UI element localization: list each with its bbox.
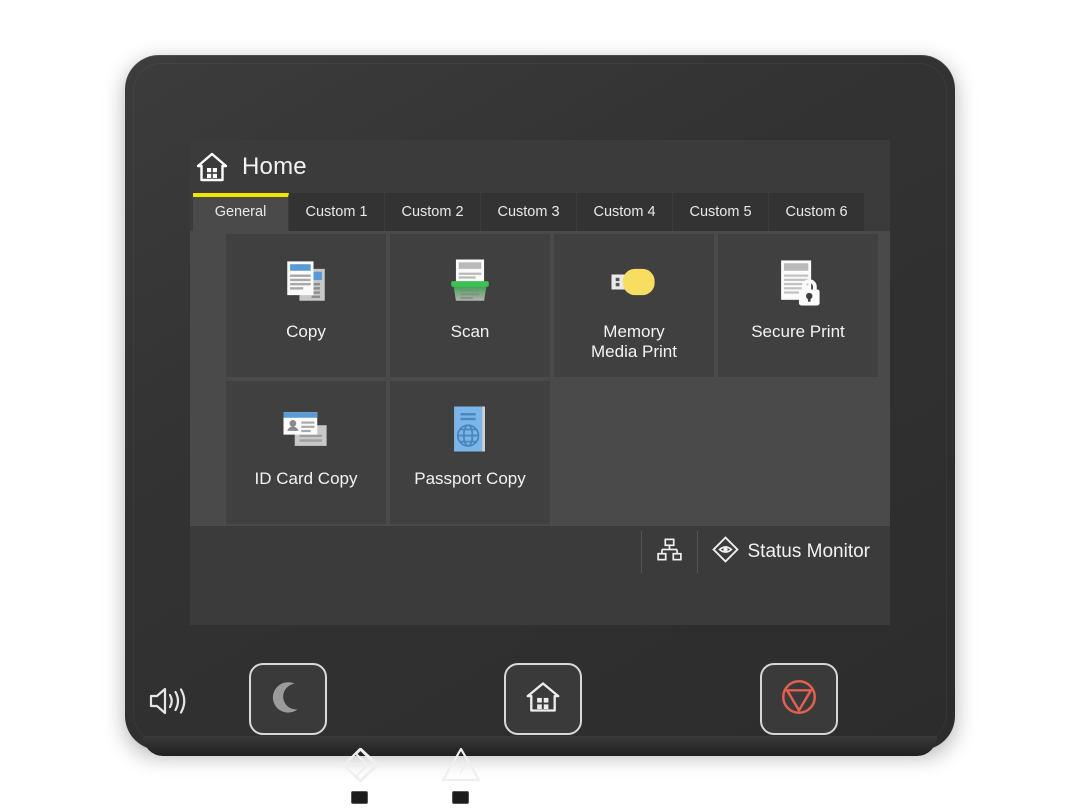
- moon-icon: [269, 678, 307, 721]
- data-indicator-led: [351, 791, 368, 804]
- network-status-button[interactable]: [642, 531, 697, 573]
- page-title: Home: [242, 152, 307, 180]
- tab-custom-3[interactable]: Custom 3: [481, 193, 577, 231]
- stop-button[interactable]: [760, 663, 838, 735]
- tile-label: ID Card Copy: [254, 469, 358, 488]
- status-monitor-eye-icon: [711, 536, 739, 568]
- energy-saver-button[interactable]: [249, 663, 327, 735]
- tab-label: Custom 3: [497, 204, 560, 220]
- printer-control-panel-device: Home General Custom 1 Custom 2 Custom 3 …: [125, 55, 955, 804]
- tab-custom-5[interactable]: Custom 5: [673, 193, 769, 231]
- tile-label: Scan: [450, 322, 490, 341]
- tab-label: Custom 5: [689, 204, 752, 220]
- document-lock-icon: [766, 250, 830, 314]
- speaker-volume-icon: [147, 683, 191, 719]
- tab-custom-4[interactable]: Custom 4: [577, 193, 673, 231]
- tile-label: Passport Copy: [414, 469, 526, 488]
- network-sitemap-icon: [656, 536, 683, 568]
- device-bottom-lip: [143, 736, 937, 756]
- tab-label: Custom 4: [593, 204, 656, 220]
- tile-empty-slot: [554, 381, 714, 524]
- screen-header: Home: [190, 140, 890, 193]
- tab-label: Custom 6: [785, 204, 848, 220]
- error-indicator-icon: [438, 745, 484, 785]
- tile-secure-print[interactable]: Secure Print: [718, 234, 878, 377]
- usb-drive-icon: [602, 250, 666, 314]
- tab-label: Custom 1: [305, 204, 368, 220]
- tab-label: Custom 2: [401, 204, 464, 220]
- tile-label: Secure Print: [751, 322, 845, 341]
- tile-passport-copy[interactable]: Passport Copy: [390, 381, 550, 524]
- stop-triangle-icon: [778, 676, 820, 723]
- tile-memory-media-print[interactable]: Memory Media Print: [554, 234, 714, 377]
- tile-scan[interactable]: Scan: [390, 234, 550, 377]
- tab-custom-1[interactable]: Custom 1: [289, 193, 385, 231]
- tile-empty-slot: [718, 381, 878, 524]
- home-house-icon: [525, 679, 561, 720]
- scanner-icon: [438, 250, 502, 314]
- error-indicator-led: [452, 791, 469, 804]
- function-tile-grid: Copy Scan Memory Media Print Secure Prin…: [190, 231, 890, 526]
- copy-documents-icon: [274, 250, 338, 314]
- tab-custom-2[interactable]: Custom 2: [385, 193, 481, 231]
- tab-custom-6[interactable]: Custom 6: [769, 193, 865, 231]
- tab-bar: General Custom 1 Custom 2 Custom 3 Custo…: [190, 193, 890, 231]
- passport-globe-icon: [438, 397, 502, 461]
- home-hard-button[interactable]: [504, 663, 582, 735]
- tile-label: Memory Media Print: [591, 322, 677, 361]
- tab-label: General: [214, 204, 267, 220]
- touchscreen[interactable]: Home General Custom 1 Custom 2 Custom 3 …: [190, 140, 890, 625]
- screen-status-bar: Status Monitor: [190, 526, 890, 578]
- tile-copy[interactable]: Copy: [226, 234, 386, 377]
- status-monitor-label: Status Monitor: [747, 541, 871, 562]
- tile-id-card-copy[interactable]: ID Card Copy: [226, 381, 386, 524]
- status-monitor-button[interactable]: Status Monitor: [698, 531, 885, 573]
- home-icon: [196, 151, 228, 183]
- tile-label: Copy: [286, 322, 326, 341]
- tab-general[interactable]: General: [193, 193, 289, 231]
- data-indicator-icon: [337, 745, 383, 785]
- id-card-icon: [274, 397, 338, 461]
